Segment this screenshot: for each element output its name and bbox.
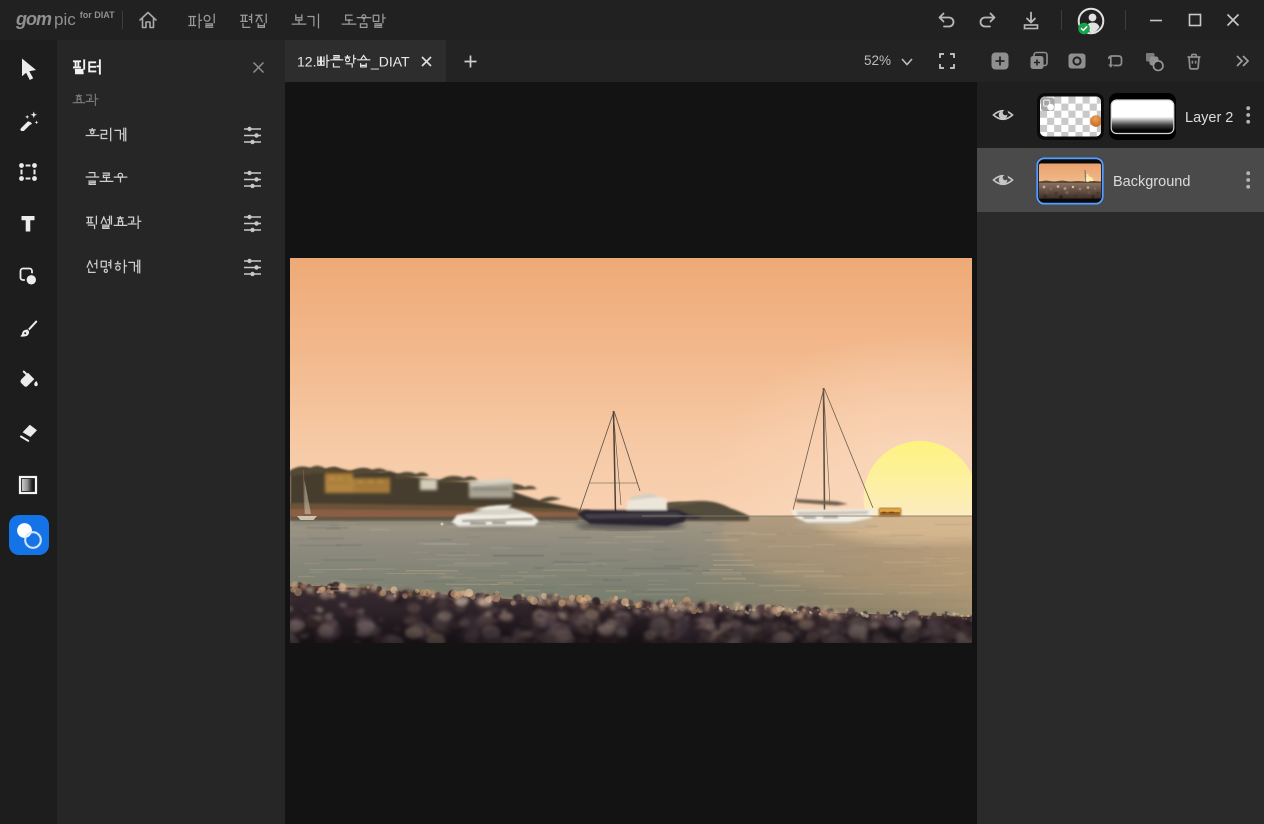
svg-text:12.: 12. (297, 54, 316, 70)
svg-text:_DIAT: _DIAT (370, 54, 410, 70)
